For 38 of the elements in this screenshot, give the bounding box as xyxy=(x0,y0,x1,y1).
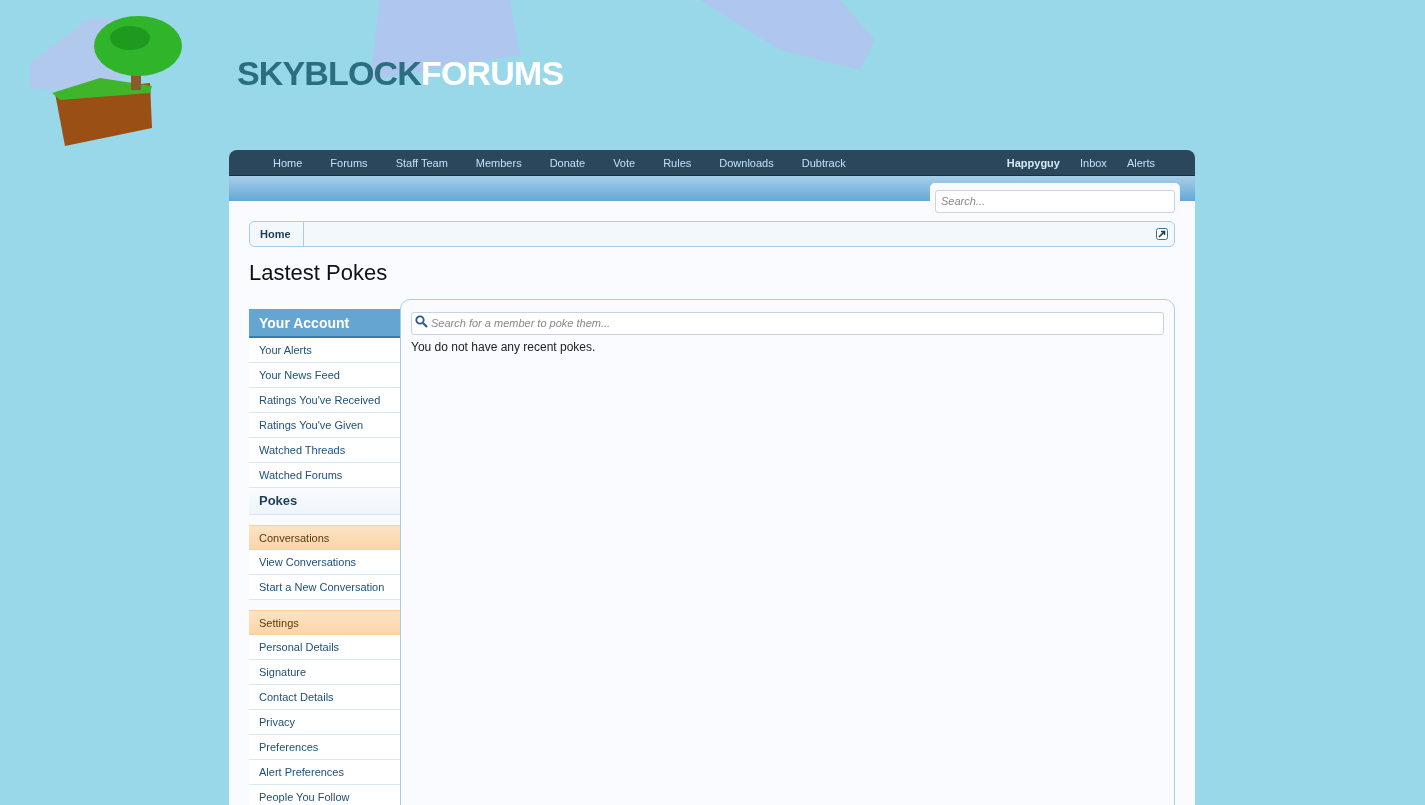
search-field[interactable]: Search... xyxy=(935,189,1175,213)
sidebar-link[interactable]: Personal Details xyxy=(249,635,400,660)
nav-link[interactable]: Donate xyxy=(535,149,600,176)
sidebar-link[interactable]: Ratings You've Given xyxy=(249,413,400,438)
sidebar-link[interactable]: Watched Forums xyxy=(249,463,400,488)
logo-text: SKYBLOCK xyxy=(237,56,421,90)
nav-link[interactable]: Rules xyxy=(649,149,706,176)
sidebar-link[interactable]: Preferences xyxy=(249,735,400,760)
sidebar-link[interactable]: Contact Details xyxy=(249,685,400,710)
nav-link[interactable]: Inbox xyxy=(1069,149,1117,176)
sidebar-link[interactable]: View Conversations xyxy=(249,550,400,575)
nav-link[interactable]: Forums xyxy=(316,149,382,176)
nav-link[interactable]: Alerts xyxy=(1116,149,1165,176)
empty-message: You do not have any recent pokes. xyxy=(411,338,596,356)
sidebar-link[interactable]: Privacy xyxy=(249,710,400,735)
sidebar-heading: Conversations xyxy=(249,525,400,550)
logo-text: FORUMS xyxy=(421,56,564,90)
sidebar-heading: Settings xyxy=(249,610,400,635)
sidebar-link[interactable]: Your News Feed xyxy=(249,363,400,388)
sidebar-link[interactable]: Your Alerts xyxy=(249,338,400,363)
nav-link[interactable]: Dubtrack xyxy=(787,149,860,176)
nav-link[interactable]: Downloads xyxy=(705,149,788,176)
breadcrumb-link[interactable]: Home xyxy=(250,222,304,246)
sidebar-link[interactable]: Ratings You've Received xyxy=(249,388,400,413)
nav-link[interactable]: Vote xyxy=(599,149,650,176)
external-link-icon[interactable] xyxy=(1156,228,1168,240)
nav-link[interactable]: Staff Team xyxy=(381,149,462,176)
nav-link[interactable]: Home xyxy=(259,149,317,176)
sidebar-heading: Your Account xyxy=(249,309,400,338)
sidebar-link[interactable]: Signature xyxy=(249,660,400,685)
sidebar-link[interactable]: People You Follow xyxy=(249,785,400,805)
sidebar-link[interactable]: Watched Threads xyxy=(249,438,400,463)
username-link[interactable]: Happyguy xyxy=(996,149,1070,176)
member-search-field[interactable]: Search for a member to poke them... xyxy=(411,311,1164,335)
sidebar-link[interactable]: Start a New Conversation xyxy=(249,575,400,600)
sidebar-link[interactable]: Alert Preferences xyxy=(249,760,400,785)
nav-link[interactable]: Members xyxy=(461,149,536,176)
page-title: Lastest Pokes xyxy=(249,259,388,287)
